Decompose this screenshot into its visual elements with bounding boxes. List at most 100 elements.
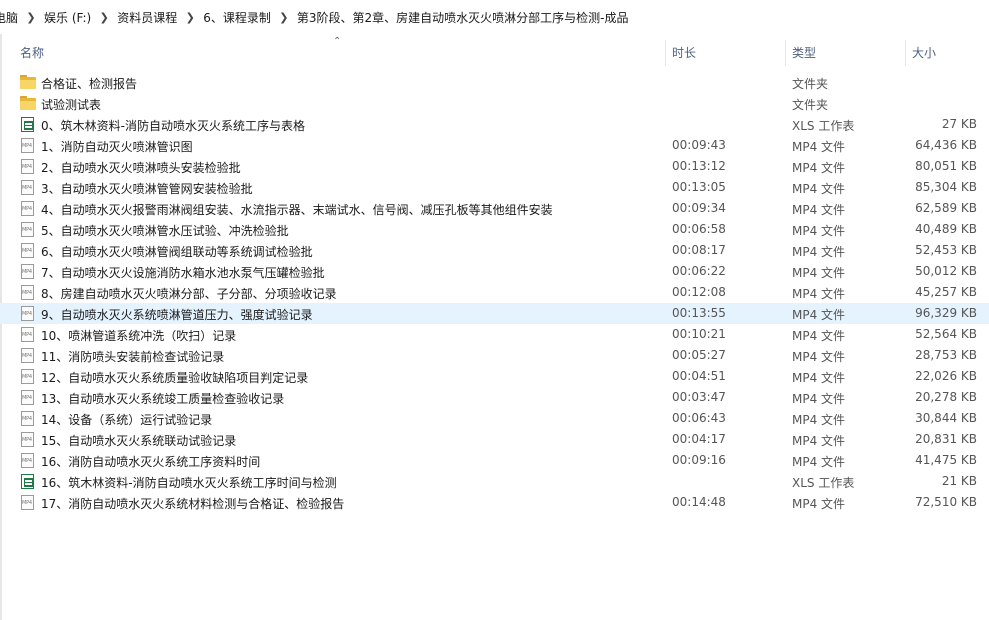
file-size: 85,304 KB	[915, 180, 977, 194]
file-type: MP4 文件	[792, 140, 846, 154]
column-divider[interactable]	[665, 40, 666, 66]
file-size: 80,051 KB	[915, 159, 977, 173]
file-type: MP4 文件	[792, 224, 846, 238]
file-size: 27 KB	[941, 117, 977, 131]
file-row[interactable]: 8、房建自动喷水灭火喷淋分部、子分部、分项验收记录 00:12:08 MP4 文件 4…	[0, 282, 989, 303]
file-type: MP4 文件	[792, 350, 846, 364]
file-row[interactable]: 15、自动喷水灭火系统联动试验记录 00:04:17 MP4 文件 20,831 KB	[0, 429, 989, 450]
column-header-type[interactable]: 类型	[792, 46, 816, 66]
file-name: 合格证、检测报告	[41, 77, 138, 91]
file-row[interactable]: 6、自动喷水灭火喷淋管阀组联动等系统调试检验批 00:08:17 MP4 文件 52,…	[0, 240, 989, 261]
breadcrumb-label[interactable]: 6、课程录制	[199, 9, 275, 26]
file-size: 50,012 KB	[915, 264, 977, 278]
file-row[interactable]: 17、消防自动喷水灭火系统材料检测与合格证、检验报告 00:14:48 MP4 文件…	[0, 492, 989, 513]
file-row[interactable]: 16、消防自动喷水灭火系统工序资料时间 00:09:16 MP4 文件 41,475 …	[0, 450, 989, 471]
file-name: 16、消防自动喷水灭火系统工序资料时间	[41, 455, 261, 469]
file-row[interactable]: 14、设备（系统）运行试验记录 00:06:43 MP4 文件 30,844 KB	[0, 408, 989, 429]
file-duration: 00:10:21	[672, 327, 726, 341]
file-size: 52,453 KB	[915, 243, 977, 257]
file-name: 0、筑木林资料-消防自动喷水灭火系统工序与表格	[41, 119, 305, 133]
file-row[interactable]: 16、筑木林资料-消防自动喷水灭火系统工序时间与检测 XLS 工作表 21 KB	[0, 471, 989, 492]
file-size: 20,278 KB	[915, 390, 977, 404]
file-duration: 00:06:22	[672, 264, 726, 278]
video-file-icon	[21, 222, 34, 237]
file-name: 1、消防自动灭火喷淋管识图	[41, 140, 193, 154]
breadcrumb-item-computer[interactable]: 电脑	[0, 0, 22, 34]
column-divider[interactable]	[785, 40, 786, 66]
video-file-icon	[21, 285, 34, 300]
video-file-icon	[21, 432, 34, 447]
file-type: MP4 文件	[792, 392, 846, 406]
video-file-icon	[21, 348, 34, 363]
file-row[interactable]: 2、自动喷水灭火喷淋喷头安装检验批 00:13:12 MP4 文件 80,051 KB	[0, 156, 989, 177]
excel-file-icon	[21, 117, 34, 132]
file-type: MP4 文件	[792, 245, 846, 259]
file-row[interactable]: 5、自动喷水灭火喷淋管水压试验、冲洗检验批 00:06:58 MP4 文件 40,48…	[0, 219, 989, 240]
file-name: 15、自动喷水灭火系统联动试验记录	[41, 434, 237, 448]
file-row[interactable]: 试验测试表 文件夹	[0, 93, 989, 114]
file-type: MP4 文件	[792, 308, 846, 322]
file-size: 30,844 KB	[915, 411, 977, 425]
column-header-duration[interactable]: 时长	[672, 46, 696, 66]
file-row[interactable]: 1、消防自动灭火喷淋管识图 00:09:43 MP4 文件 64,436 KB	[0, 135, 989, 156]
file-name: 13、自动喷水灭火系统竣工质量检查验收记录	[41, 392, 285, 406]
file-name: 11、消防喷头安装前检查试验记录	[41, 350, 225, 364]
file-duration: 00:06:58	[672, 222, 726, 236]
file-row[interactable]: 7、自动喷水灭火设施消防水箱水池水泵气压罐检验批 00:06:22 MP4 文件 50…	[0, 261, 989, 282]
column-header-name[interactable]: 名称	[20, 46, 44, 66]
breadcrumb-label[interactable]: 资料员课程	[113, 9, 181, 26]
file-name: 9、自动喷水灭火系统喷淋管道压力、强度试验记录	[41, 308, 313, 322]
file-duration: 00:13:05	[672, 180, 726, 194]
breadcrumb-item-current[interactable]: 第3阶段、第2章、房建自动喷水灭火喷淋分部工序与检测-成品	[293, 0, 633, 34]
file-duration: 00:03:47	[672, 390, 726, 404]
file-row[interactable]: 12、自动喷水灭火系统质量验收缺陷项目判定记录 00:04:51 MP4 文件 22,…	[0, 366, 989, 387]
breadcrumb-item-drive[interactable]: 娱乐 (F:)	[40, 0, 95, 34]
file-name: 16、筑木林资料-消防自动喷水灭火系统工序时间与检测	[41, 476, 337, 490]
file-type: MP4 文件	[792, 161, 846, 175]
file-duration: 00:04:17	[672, 432, 726, 446]
chevron-right-icon[interactable]: ❯	[181, 11, 199, 24]
file-row[interactable]: 4、自动喷水灭火报警雨淋阀组安装、水流指示器、末端试水、信号阀、减压孔板等其他组…	[0, 198, 989, 219]
file-name: 试验测试表	[41, 98, 102, 112]
file-row[interactable]: 合格证、检测报告 文件夹	[0, 72, 989, 93]
file-row[interactable]: 3、自动喷水灭火喷淋管管网安装检验批 00:13:05 MP4 文件 85,304 K…	[0, 177, 989, 198]
chevron-right-icon[interactable]: ❯	[22, 11, 40, 24]
file-row[interactable]: 11、消防喷头安装前检查试验记录 00:05:27 MP4 文件 28,753 KB	[0, 345, 989, 366]
file-name: 10、喷淋管道系统冲洗（吹扫）记录	[41, 329, 237, 343]
file-name: 17、消防自动喷水灭火系统材料检测与合格证、检验报告	[41, 497, 345, 511]
video-file-icon	[21, 453, 34, 468]
video-file-icon	[21, 327, 34, 342]
file-name: 8、房建自动喷水灭火喷淋分部、子分部、分项验收记录	[41, 287, 337, 301]
video-file-icon	[21, 411, 34, 426]
file-duration: 00:12:08	[672, 285, 726, 299]
video-file-icon	[21, 495, 34, 510]
excel-file-icon	[21, 474, 34, 489]
column-divider[interactable]	[905, 40, 906, 66]
file-type: 文件夹	[792, 77, 829, 91]
file-row[interactable]: 10、喷淋管道系统冲洗（吹扫）记录 00:10:21 MP4 文件 52,564 KB	[0, 324, 989, 345]
file-name: 4、自动喷水灭火报警雨淋阀组安装、水流指示器、末端试水、信号阀、减压孔板等其他组…	[41, 203, 553, 217]
file-name: 2、自动喷水灭火喷淋喷头安装检验批	[41, 161, 241, 175]
file-row[interactable]: 13、自动喷水灭火系统竣工质量检查验收记录 00:03:47 MP4 文件 20,27…	[0, 387, 989, 408]
file-duration: 00:04:51	[672, 369, 726, 383]
breadcrumb-label[interactable]: 娱乐 (F:)	[40, 9, 95, 26]
file-duration: 00:08:17	[672, 243, 726, 257]
file-size: 28,753 KB	[915, 348, 977, 362]
chevron-right-icon[interactable]: ❯	[95, 11, 113, 24]
breadcrumb-item-folder[interactable]: 资料员课程	[113, 0, 181, 34]
file-row[interactable]: 9、自动喷水灭火系统喷淋管道压力、强度试验记录 00:13:55 MP4 文件 96,…	[0, 303, 989, 324]
file-size: 72,510 KB	[915, 495, 977, 509]
column-header-size[interactable]: 大小	[912, 46, 936, 66]
file-row[interactable]: 0、筑木林资料-消防自动喷水灭火系统工序与表格 XLS 工作表 27 KB	[0, 114, 989, 135]
file-duration: 00:09:43	[672, 138, 726, 152]
file-size: 21 KB	[941, 474, 977, 488]
file-duration: 00:06:43	[672, 411, 726, 425]
breadcrumb: 电脑 ❯ 娱乐 (F:) ❯ 资料员课程 ❯ 6、课程录制 ❯ 第3阶段、第2章…	[0, 0, 989, 34]
video-file-icon	[21, 369, 34, 384]
file-duration: 00:05:27	[672, 348, 726, 362]
chevron-right-icon[interactable]: ❯	[275, 11, 293, 24]
breadcrumb-label[interactable]: 第3阶段、第2章、房建自动喷水灭火喷淋分部工序与检测-成品	[293, 9, 633, 26]
file-type: MP4 文件	[792, 182, 846, 196]
breadcrumb-item-folder[interactable]: 6、课程录制	[199, 0, 275, 34]
breadcrumb-label[interactable]: 电脑	[0, 9, 22, 26]
